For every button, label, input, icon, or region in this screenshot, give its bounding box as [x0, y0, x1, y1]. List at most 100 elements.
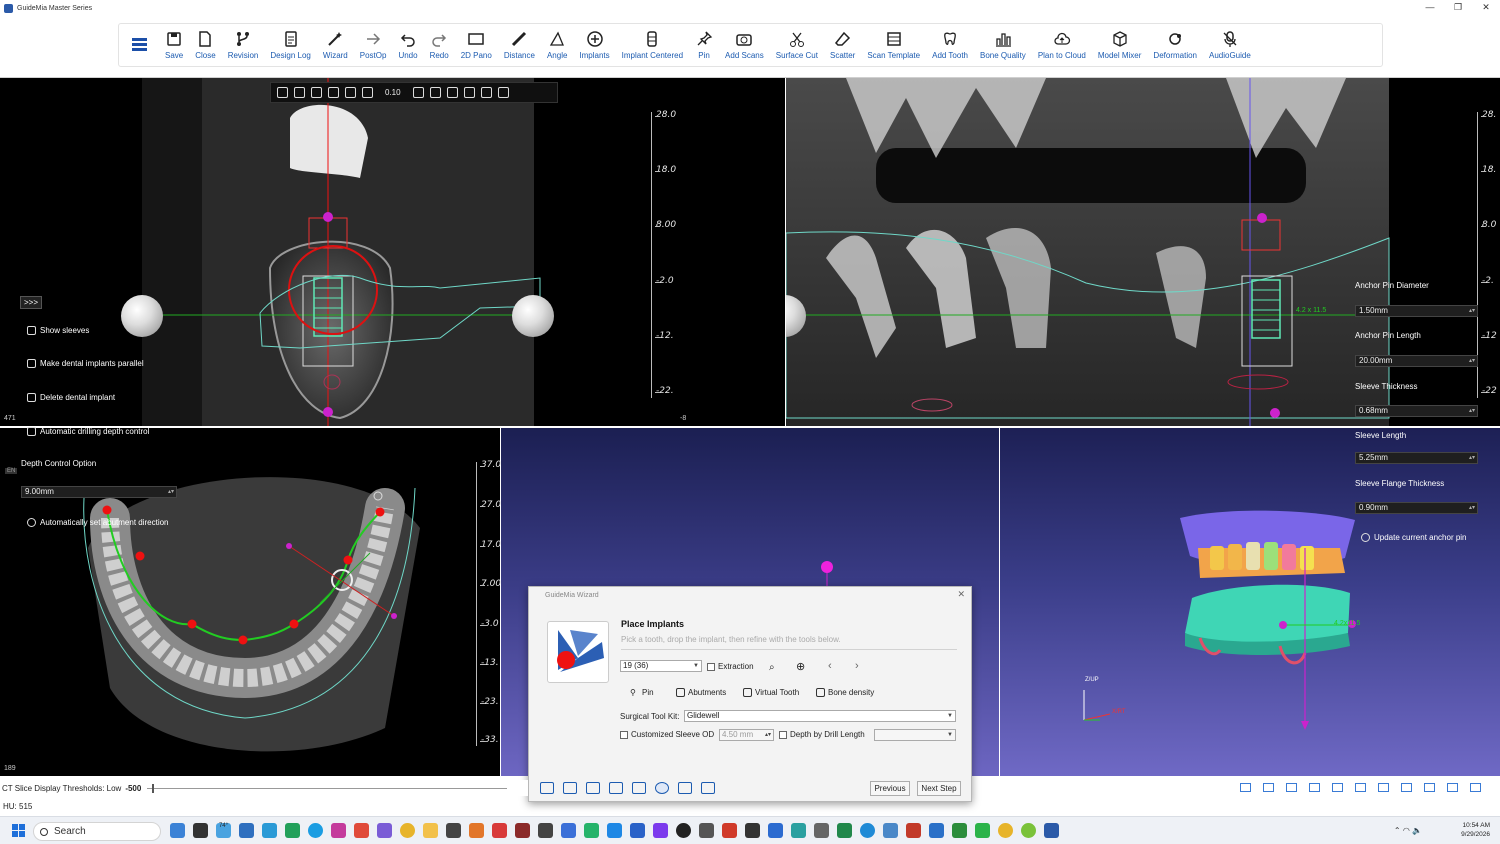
windows-start-icon[interactable]	[12, 824, 25, 837]
undo-button[interactable]: Undo	[392, 22, 423, 66]
fit-view-icon[interactable]	[277, 87, 288, 98]
spinner-icon[interactable]: ▴▾	[1469, 503, 1475, 513]
zoom-value[interactable]: 0.10	[385, 88, 401, 97]
pin-button[interactable]: Pin	[689, 22, 719, 66]
step-clipboard-icon[interactable]	[540, 782, 554, 794]
layout-icon[interactable]	[1378, 783, 1389, 792]
app-icon[interactable]	[883, 823, 898, 838]
axial-viewport[interactable]	[0, 428, 500, 776]
anchor-pin-diameter-field[interactable]: 1.50mm ▴▾	[1355, 305, 1478, 317]
app-icon[interactable]	[722, 823, 737, 838]
layout-icon[interactable]	[1332, 783, 1343, 792]
camera-icon[interactable]	[311, 87, 322, 98]
layout-icon[interactable]	[1401, 783, 1412, 792]
app-icon[interactable]	[354, 823, 369, 838]
surface-cut-button[interactable]: Surface Cut	[770, 22, 824, 66]
app-icon[interactable]	[584, 823, 599, 838]
add-tooth-button[interactable]: Add Tooth	[926, 22, 974, 66]
layout-icon[interactable]	[1424, 783, 1435, 792]
expand-panel-button[interactable]: >>>	[20, 296, 43, 309]
app-icon[interactable]	[515, 823, 530, 838]
spinner-icon[interactable]: ▴▾	[1469, 406, 1475, 416]
distance-button[interactable]: Distance	[498, 22, 541, 66]
scatter-button[interactable]: Scatter	[824, 22, 861, 66]
arrow-down-icon[interactable]	[463, 87, 475, 98]
arrow-left-icon[interactable]	[412, 87, 424, 98]
model-mixer-button[interactable]: Model Mixer	[1092, 22, 1148, 66]
maximize-button[interactable]: ❐	[1444, 0, 1472, 14]
app-icon[interactable]	[1021, 823, 1036, 838]
next-step-button[interactable]: Next Step	[917, 781, 961, 796]
depth-value-field[interactable]: 9.00mm ▴▾	[21, 486, 177, 498]
rotate-cw-icon[interactable]	[497, 87, 509, 98]
minimize-button[interactable]: —	[1416, 0, 1444, 14]
close-window-button[interactable]: ✕	[1472, 0, 1500, 14]
app-icon[interactable]	[285, 823, 300, 838]
weather-icon[interactable]: 74°	[216, 823, 231, 838]
taskbar-search[interactable]: Search	[33, 822, 161, 841]
edge-icon[interactable]	[308, 823, 323, 838]
plan-to-cloud-button[interactable]: Plan to Cloud	[1032, 22, 1092, 66]
layout-icon[interactable]	[1447, 783, 1458, 792]
app-icon[interactable]	[239, 823, 254, 838]
spinner-icon[interactable]: ▴▾	[1469, 453, 1475, 463]
layout-icon[interactable]	[1470, 783, 1481, 792]
sleeve-thickness-field[interactable]: 0.68mm ▴▾	[1355, 405, 1478, 417]
app-icon[interactable]	[768, 823, 783, 838]
reset-view-icon[interactable]	[362, 87, 373, 98]
previous-button[interactable]: Previous	[870, 781, 910, 796]
spinner-icon[interactable]: ▴▾	[765, 730, 771, 740]
layout-icon[interactable]	[1240, 783, 1251, 792]
abutments-button[interactable]: Abutments	[676, 688, 726, 697]
system-tray[interactable]: ⌃ ◠ 🔈	[1394, 826, 1422, 835]
clock[interactable]: 10:54 AM 9/29/2026	[1461, 821, 1490, 839]
layout-icon[interactable]	[1263, 783, 1274, 792]
app-icon[interactable]	[262, 823, 277, 838]
add-implant-icon[interactable]: ⊕	[796, 660, 805, 673]
app-icon[interactable]	[469, 823, 484, 838]
wizard-close-button[interactable]: ✕	[957, 589, 965, 600]
app-icon[interactable]	[653, 823, 668, 838]
show-sleeves-option[interactable]: Show sleeves	[27, 326, 89, 335]
sleeve-od-field[interactable]: 4.50 mm ▴▾	[719, 729, 774, 741]
app-icon[interactable]	[538, 823, 553, 838]
app-icon[interactable]	[492, 823, 507, 838]
wizard-button[interactable]: Wizard	[317, 22, 354, 66]
next-tooth-icon[interactable]: ›	[855, 660, 859, 672]
threshold-slider[interactable]	[147, 783, 508, 793]
delete-implant-option[interactable]: Delete dental implant	[27, 393, 115, 402]
nav-sphere-left[interactable]	[121, 295, 163, 337]
step-sync-icon[interactable]	[678, 782, 692, 794]
layout-icon[interactable]	[1309, 783, 1320, 792]
app-icon[interactable]	[745, 823, 760, 838]
drill-length-select[interactable]: ▼	[874, 729, 956, 741]
app-icon[interactable]	[377, 823, 392, 838]
app-icon[interactable]	[791, 823, 806, 838]
step-tooth-icon[interactable]	[563, 782, 577, 794]
anchor-pin-length-field[interactable]: 20.00mm ▴▾	[1355, 355, 1478, 367]
step-arch-icon[interactable]	[632, 782, 646, 794]
bone-quality-button[interactable]: Bone Quality	[974, 22, 1032, 66]
vscode-icon[interactable]	[607, 823, 622, 838]
nav-sphere-right[interactable]	[512, 295, 554, 337]
depth-by-drill-checkbox[interactable]: Depth by Drill Length	[779, 730, 865, 739]
update-anchor-pin-button[interactable]: Update current anchor pin	[1361, 533, 1467, 542]
app-icon[interactable]	[676, 823, 691, 838]
auto-abutment-option[interactable]: Automatically set abutment direction	[27, 518, 169, 527]
step-scan-icon[interactable]	[586, 782, 600, 794]
app-icon[interactable]	[860, 823, 875, 838]
virtual-tooth-button[interactable]: Virtual Tooth	[743, 688, 799, 697]
folder-icon[interactable]	[423, 823, 438, 838]
app-icon[interactable]	[975, 823, 990, 838]
spinner-icon[interactable]: ▴▾	[1469, 356, 1475, 366]
palette-icon[interactable]	[294, 87, 305, 98]
prev-tooth-icon[interactable]: ‹	[828, 660, 832, 672]
2d-pano-button[interactable]: 2D Pano	[455, 22, 498, 66]
app-icon[interactable]	[331, 823, 346, 838]
bone-density-button[interactable]: Bone density	[816, 688, 874, 697]
save-button[interactable]: Save	[159, 22, 189, 66]
chrome-icon[interactable]	[400, 823, 415, 838]
sleeve-flange-field[interactable]: 0.90mm ▴▾	[1355, 502, 1478, 514]
scan-template-button[interactable]: Scan Template	[861, 22, 926, 66]
audioguide-button[interactable]: AudioGuide	[1203, 22, 1257, 66]
